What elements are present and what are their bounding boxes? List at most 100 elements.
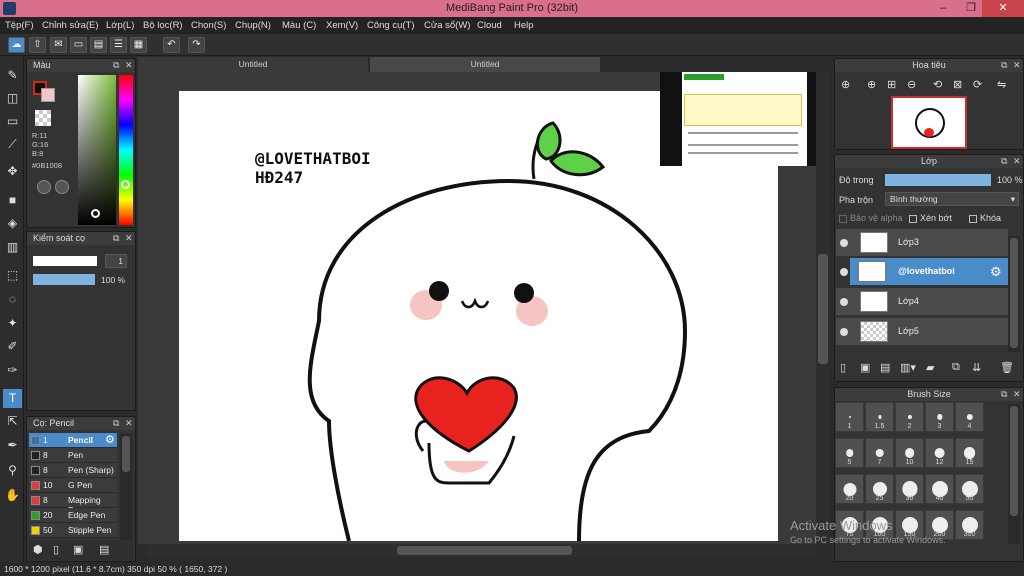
palette-icon[interactable]	[55, 180, 69, 194]
dropper-tool-icon[interactable]: ✒	[3, 436, 22, 455]
brush-size-option[interactable]: 2	[895, 402, 924, 432]
menu-filter[interactable]: Bộ lọc(R)	[143, 20, 183, 31]
rotate-right-icon[interactable]: ⟳	[973, 78, 982, 91]
popout-icon[interactable]: ⧉	[113, 232, 119, 245]
navigator-preview[interactable]	[891, 96, 967, 149]
menu-help[interactable]: Help	[514, 20, 534, 31]
merge-layer-icon[interactable]: ⇊	[972, 361, 981, 374]
operation-tool-icon[interactable]: ⇱	[3, 412, 22, 431]
popout-icon[interactable]: ⧉	[113, 417, 119, 430]
fill-rect-tool-icon[interactable]: ■	[3, 191, 22, 210]
fit-window-icon[interactable]: ⊞	[887, 78, 896, 91]
picker-cursor[interactable]	[91, 209, 100, 218]
menu-cloud[interactable]: Cloud	[477, 20, 502, 31]
brush-tool-icon[interactable]: ✎	[3, 66, 22, 85]
saturation-value-picker[interactable]	[78, 75, 116, 225]
menu-view[interactable]: Xem(V)	[326, 20, 358, 31]
brush-size-option[interactable]: 50	[955, 474, 984, 504]
rectangle-tool-icon[interactable]: ▭	[3, 112, 22, 131]
comment-icon[interactable]: ✉	[50, 37, 67, 53]
clipping-option[interactable]: Xén bớt	[909, 213, 952, 223]
brush-size-option[interactable]: 12	[925, 438, 954, 468]
close-icon[interactable]: ✕	[1013, 388, 1021, 401]
blend-mode-select[interactable]: Bình thường ▾	[885, 192, 1019, 206]
brush-size-option[interactable]: 150	[895, 510, 924, 540]
flip-icon[interactable]: ⇋	[997, 78, 1006, 91]
canvas-horizontal-scrollbar[interactable]	[147, 544, 817, 557]
text-tool-icon[interactable]: T	[3, 389, 22, 408]
brush-size-option[interactable]: 25	[865, 474, 894, 504]
layer-row-selected[interactable]: @lovethatboi ⚙	[840, 258, 1008, 286]
new-brush-icon[interactable]: ▯	[53, 543, 59, 556]
layer-scrollbar[interactable]	[1008, 236, 1020, 352]
new-layer-icon[interactable]: ▯	[840, 361, 846, 374]
close-icon[interactable]: ✕	[125, 59, 133, 72]
document-icon[interactable]: ▤	[90, 37, 107, 53]
color-wheel-icon[interactable]	[37, 180, 51, 194]
menu-color[interactable]: Màu (C)	[282, 20, 316, 31]
brush-size-option[interactable]: 1	[835, 402, 864, 432]
layer-row[interactable]: Lớp5	[836, 318, 1008, 346]
lock-option[interactable]: Khóa	[969, 213, 1001, 223]
tab-untitled-1[interactable]: Untitled	[138, 57, 368, 72]
brush-cloud-icon[interactable]: ⬢	[33, 543, 43, 556]
lock-checkbox[interactable]	[969, 214, 977, 223]
brush-size-field[interactable]: 1	[105, 254, 127, 268]
select-eraser-icon[interactable]: ✑	[3, 361, 22, 380]
zoom-fit-icon[interactable]: ⊕	[867, 78, 876, 91]
protect-alpha-checkbox[interactable]	[839, 214, 847, 223]
visibility-icon[interactable]	[840, 298, 848, 306]
reset-view-icon[interactable]: ⊠	[953, 78, 962, 91]
add-brush-icon[interactable]: ▣	[73, 543, 83, 556]
clipping-checkbox[interactable]	[909, 214, 917, 223]
line-tool-icon[interactable]: ⟋	[3, 135, 22, 154]
brush-list-scroll-thumb[interactable]	[122, 436, 130, 472]
brush-size-option[interactable]: 200	[925, 510, 954, 540]
select-rect-icon[interactable]: ⬚	[3, 266, 22, 285]
hue-slider[interactable]	[119, 75, 133, 225]
magic-wand-icon[interactable]: ✦	[3, 314, 22, 333]
duplicate-layer-icon[interactable]: ⧉	[952, 361, 960, 374]
brush-size-option[interactable]: 4	[955, 402, 984, 432]
brush-item[interactable]: 10 G Pen	[29, 478, 117, 493]
grid-icon[interactable]: ▦	[130, 37, 147, 53]
layer-settings-gear-icon[interactable]: ⚙	[990, 264, 1002, 280]
brush-size-scroll-thumb[interactable]	[1010, 406, 1018, 516]
brush-item[interactable]: 50 Stipple Pen	[29, 523, 117, 538]
cloud-icon[interactable]: ☁	[8, 37, 25, 53]
brush-size-option[interactable]: 30	[895, 474, 924, 504]
menu-tools[interactable]: Công cụ(T)	[367, 20, 415, 31]
redo-icon[interactable]: ↷	[188, 37, 205, 53]
hand-tool-icon[interactable]: ✋	[3, 486, 22, 505]
brush-size-option[interactable]: 40	[925, 474, 954, 504]
brush-size-option[interactable]: 3	[925, 402, 954, 432]
close-button[interactable]: ✕	[982, 0, 1024, 17]
canvas-horizontal-scroll-thumb[interactable]	[397, 546, 572, 555]
menu-edit[interactable]: Chỉnh sửa(E)	[42, 20, 99, 31]
brush-size-scrollbar[interactable]	[1008, 404, 1020, 544]
restore-button[interactable]: ❐	[958, 0, 984, 17]
folder-icon[interactable]: ▰	[926, 361, 934, 374]
menu-file[interactable]: Tệp(F)	[5, 20, 34, 31]
canvas-vertical-scrollbar[interactable]	[816, 72, 830, 544]
canvas-vertical-scroll-thumb[interactable]	[818, 254, 828, 364]
bucket-tool-icon[interactable]: ◈	[3, 214, 22, 233]
add-layer-menu-icon[interactable]: ▥▾	[900, 361, 916, 374]
brush-item[interactable]: 8 Pen	[29, 448, 117, 463]
menu-layer[interactable]: Lớp(L)	[106, 20, 134, 31]
lasso-tool-icon[interactable]: ◌	[3, 290, 22, 309]
gradient-tool-icon[interactable]: ▥	[3, 238, 22, 257]
rotate-icon[interactable]: ⟲	[933, 78, 942, 91]
menu-window[interactable]: Cửa sổ(W)	[424, 20, 470, 31]
hue-cursor[interactable]	[121, 180, 130, 189]
close-icon[interactable]: ✕	[125, 232, 133, 245]
eraser-tool-icon[interactable]: ◫	[3, 89, 22, 108]
opacity-bar[interactable]	[33, 274, 95, 285]
delete-layer-icon[interactable]: 🗑	[1000, 361, 1014, 374]
new-8bit-layer-icon[interactable]: ▤	[880, 361, 890, 374]
popout-icon[interactable]: ⧉	[1001, 155, 1007, 168]
close-icon[interactable]: ✕	[125, 417, 133, 430]
brush-size-bar[interactable]	[33, 256, 97, 266]
brush-size-option[interactable]: 20	[835, 474, 864, 504]
transparent-color-swatch[interactable]	[35, 110, 51, 126]
